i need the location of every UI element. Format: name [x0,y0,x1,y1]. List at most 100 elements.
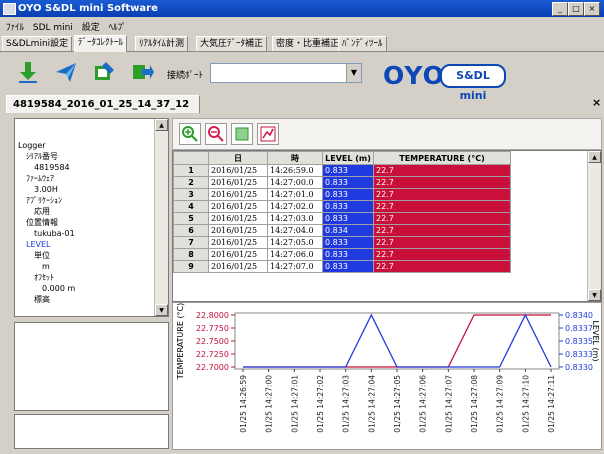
row-number[interactable]: 5 [173,212,209,225]
cell-level[interactable]: 0.834 [322,224,374,237]
zoom-out-icon[interactable] [205,123,227,145]
tree-item[interactable]: tukuba-01 [34,229,75,239]
cell-time[interactable]: 14:27:00.0 [267,176,323,189]
cell-level[interactable]: 0.833 [322,248,374,261]
cell-temperature[interactable]: 22.7 [373,200,511,213]
row-number[interactable]: 7 [173,236,209,249]
table-row[interactable]: 6 2016/01/25 14:27:04.0 0.834 22.7 [173,224,511,237]
col-time-header[interactable]: 時 [267,151,323,165]
table-row[interactable]: 3 2016/01/25 14:27:01.0 0.833 22.7 [173,188,511,201]
grid-scrollbar[interactable]: ▲ ▼ [587,151,601,301]
tab-data-collect[interactable]: ﾃﾞｰﾀｺﾚｸﾄｰﾙ [74,35,128,52]
grid-scroll-up-icon[interactable]: ▲ [588,151,601,163]
cell-temperature[interactable]: 22.7 [373,248,511,261]
cell-level[interactable]: 0.833 [322,176,374,189]
cell-time[interactable]: 14:26:59.0 [267,164,323,177]
cell-level[interactable]: 0.833 [322,236,374,249]
row-number[interactable]: 8 [173,248,209,261]
cell-time[interactable]: 14:27:03.0 [267,212,323,225]
tab-handy-tool[interactable]: ﾊﾞﾝﾃﾞｨﾂｰﾙ [338,36,387,51]
cell-temperature[interactable]: 22.7 [373,212,511,225]
table-row[interactable]: 4 2016/01/25 14:27:02.0 0.833 22.7 [173,200,511,213]
row-number[interactable]: 3 [173,188,209,201]
close-button[interactable]: × [584,2,600,16]
cell-time[interactable]: 14:27:01.0 [267,188,323,201]
cell-time[interactable]: 14:27:07.0 [267,260,323,273]
chart-panel[interactable]: 22.8000 22.7750 22.7500 22.7250 22.7000 0.834… [172,302,602,450]
cell-temperature[interactable]: 22.7 [373,164,511,177]
menu-settings[interactable]: 設定 [82,20,100,33]
cell-level[interactable]: 0.833 [322,200,374,213]
tree-item[interactable]: ﾌｧｰﾑｳｪｱ [26,174,54,184]
cell-temperature[interactable]: 22.7 [373,236,511,249]
file-tab[interactable]: 4819584_2016_01_25_14_37_12 [6,95,200,113]
tree-item[interactable]: 3.00H [34,185,58,195]
cell-temperature[interactable]: 22.7 [373,224,511,237]
tree-item[interactable]: ｵﾌｾｯﾄ [34,273,54,283]
cell-date[interactable]: 2016/01/25 [208,164,268,177]
cell-level[interactable]: 0.833 [322,212,374,225]
table-row[interactable]: 2 2016/01/25 14:27:00.0 0.833 22.7 [173,176,511,189]
tab-realtime[interactable]: ﾘｱﾙﾀｲﾑ計測 [135,36,189,51]
tree-item[interactable]: 位置情報 [26,218,58,228]
dropdown-arrow-icon[interactable]: ▼ [346,64,361,82]
table-row[interactable]: 7 2016/01/25 14:27:05.0 0.833 22.7 [173,236,511,249]
logger-tree[interactable]: Logger ｼﾘｱﾙ番号 4819584 ﾌｧｰﾑｳｪｱ 3.00H ｱﾌﾟﾘｹｰｼｮﾝ… [14,118,169,317]
cell-date[interactable]: 2016/01/25 [208,236,268,249]
tab-sdl-settings[interactable]: S&DLmini設定 [2,36,73,51]
cell-date[interactable]: 2016/01/25 [208,176,268,189]
row-number[interactable]: 4 [173,200,209,213]
cell-temperature[interactable]: 22.7 [373,176,511,189]
cell-level[interactable]: 0.833 [322,260,374,273]
tree-item[interactable]: ｼﾘｱﾙ番号 [26,152,58,162]
close-file-icon[interactable]: × [592,96,601,109]
scroll-down-icon[interactable]: ▼ [155,304,168,316]
col-level-header[interactable]: LEVEL (m) [322,151,374,165]
cell-time[interactable]: 14:27:06.0 [267,248,323,261]
cell-date[interactable]: 2016/01/25 [208,260,268,273]
row-number[interactable]: 9 [173,260,209,273]
table-row[interactable]: 1 2016/01/25 14:26:59.0 0.833 22.7 [173,164,511,177]
port-select[interactable]: ▼ [210,63,362,83]
cell-temperature[interactable]: 22.7 [373,188,511,201]
cell-date[interactable]: 2016/01/25 [208,188,268,201]
tree-item[interactable]: 4819584 [34,163,70,173]
connect-arrow-icon[interactable] [130,60,154,84]
menu-help[interactable]: ﾍﾙﾌﾟ [109,20,127,33]
cell-time[interactable]: 14:27:02.0 [267,200,323,213]
row-number[interactable]: 1 [173,164,209,177]
col-temperature-header[interactable]: TEMPERATURE (°C) [373,151,511,165]
tab-density-correction[interactable]: 密度・比重補正 [272,36,344,51]
table-row[interactable]: 9 2016/01/25 14:27:07.0 0.833 22.7 [173,260,511,273]
tree-scrollbar[interactable]: ▲ ▼ [154,119,168,316]
row-number[interactable]: 6 [173,224,209,237]
menu-file[interactable]: ﾌｧｲﾙ [6,20,24,33]
cell-level[interactable]: 0.833 [322,188,374,201]
table-row[interactable]: 8 2016/01/25 14:27:06.0 0.833 22.7 [173,248,511,261]
tree-item[interactable]: ｱﾌﾟﾘｹｰｼｮﾝ [26,196,62,206]
tree-item[interactable]: 標高 [34,295,50,305]
cell-time[interactable]: 14:27:04.0 [267,224,323,237]
cell-temperature[interactable]: 22.7 [373,260,511,273]
data-grid[interactable]: 日 時 LEVEL (m) TEMPERATURE (°C) 1 2016/01/… [172,150,602,302]
col-date-header[interactable]: 日 [208,151,268,165]
cell-date[interactable]: 2016/01/25 [208,200,268,213]
minimize-button[interactable]: _ [552,2,568,16]
cell-time[interactable]: 14:27:05.0 [267,236,323,249]
tree-item[interactable]: 応用 [34,207,50,217]
tree-item[interactable]: LEVEL [26,240,51,250]
zoom-in-icon[interactable] [179,123,201,145]
menu-sdl-mini[interactable]: SDL mini [33,23,73,33]
cell-date[interactable]: 2016/01/25 [208,248,268,261]
cell-date[interactable]: 2016/01/25 [208,212,268,225]
send-icon[interactable] [54,60,78,84]
tree-item[interactable]: 単位 [34,251,50,261]
tab-pressure-correction[interactable]: 大気圧ﾃﾞｰﾀ補正 [196,36,268,51]
cell-level[interactable]: 0.833 [322,164,374,177]
fit-view-icon[interactable] [231,123,253,145]
row-number[interactable]: 2 [173,176,209,189]
grid-scroll-down-icon[interactable]: ▼ [588,289,601,301]
cell-date[interactable]: 2016/01/25 [208,224,268,237]
tree-item[interactable]: Logger [18,141,46,151]
edit-settings-icon[interactable] [92,60,116,84]
